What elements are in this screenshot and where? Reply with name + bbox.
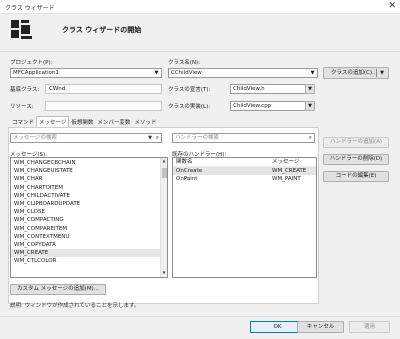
add-class-label: クラスの追加(C)...	[331, 70, 378, 76]
page-heading: クラス ウィザードの開始	[62, 26, 142, 34]
window-title: クラス ウィザード	[5, 5, 55, 12]
base-class-label: 基底クラス:	[10, 87, 40, 93]
tab-member-variables[interactable]: メンバー変数	[95, 117, 132, 127]
apply-button[interactable]: 適用	[349, 321, 390, 333]
list-item[interactable]: WM_CHAR	[11, 175, 167, 183]
class-name-combo[interactable]: CChildView ▼	[168, 68, 318, 78]
list-item[interactable]: WM_CHANGEUISTATE	[11, 167, 167, 175]
column-header-message[interactable]: メッセージ	[272, 158, 299, 166]
class-name-label: クラス名(N):	[168, 60, 201, 66]
add-class-button[interactable]: クラスの追加(C)... ▼	[323, 67, 389, 79]
header-divider	[0, 51, 400, 52]
project-combo[interactable]: MFCApplication1 ▼	[10, 68, 162, 78]
tab-virtual-functions[interactable]: 仮想関数	[69, 117, 95, 127]
list-item-selected[interactable]: WM_CREATE	[11, 249, 167, 258]
scroll-down-icon[interactable]: ▼	[161, 270, 167, 277]
tab-messages[interactable]: メッセージ	[36, 116, 70, 127]
class-declaration-value: ChildView.h	[233, 86, 265, 92]
class-declaration-dropdown[interactable]: ▼	[305, 84, 315, 94]
split-divider	[376, 69, 377, 77]
class-declaration-combo[interactable]: ChildView.h	[230, 84, 314, 94]
table-row[interactable]: OnPaint WM_PAINT	[173, 175, 316, 184]
description-text: 説明: ウィンドウが作成されていることを示します。	[10, 303, 140, 309]
message-search-input[interactable]: メッセージの検索 ⌕ ▼	[10, 133, 162, 143]
base-class-field: CWnd	[45, 84, 162, 94]
list-item[interactable]: WM_CONTEXTMENU	[11, 233, 167, 241]
chevron-down-icon: ▼	[154, 70, 159, 76]
list-item[interactable]: WM_COMPAREITEM	[11, 225, 167, 233]
add-handler-button[interactable]: ハンドラーの追加(A)	[323, 137, 389, 148]
search-icon[interactable]: ⌕	[156, 134, 159, 142]
handler-search-input[interactable]: ハンドラーの検索 ⌕	[172, 133, 315, 143]
project-value: MFCApplication1	[13, 70, 59, 76]
table-row[interactable]: OnCreate WM_CREATE	[173, 166, 316, 175]
tab-methods[interactable]: メソッド	[132, 117, 158, 127]
chevron-down-icon[interactable]: ▼	[380, 68, 384, 78]
resource-label: リソース:	[10, 104, 34, 110]
class-implementation-dropdown[interactable]: ▼	[305, 101, 315, 111]
column-header-function[interactable]: 関数名	[176, 158, 193, 166]
tab-strip: コマンド メッセージ 仮想関数 メンバー変数 メソッド	[10, 116, 158, 127]
list-item[interactable]: WM_CHANGECBCHAIN	[11, 159, 167, 167]
handler-search-placeholder: ハンドラーの検索	[175, 135, 220, 141]
list-item[interactable]: WM_CHILDACTIVATE	[11, 192, 167, 200]
handler-message-cell: WM_CREATE	[272, 167, 307, 174]
handler-message-cell: WM_PAINT	[272, 176, 301, 182]
class-implementation-label: クラスの実装(L):	[168, 104, 211, 110]
list-item[interactable]: WM_CLOSE	[11, 208, 167, 216]
add-custom-message-button[interactable]: カスタム メッセージの追加(M)...	[10, 284, 106, 295]
close-icon[interactable]: ✕	[388, 1, 396, 11]
list-item[interactable]: WM_COPYDATA	[11, 241, 167, 249]
list-item[interactable]: WM_COMPACTING	[11, 216, 167, 224]
list-item[interactable]: WM_CLIPBOARDUPDATE	[11, 200, 167, 208]
resource-field	[45, 101, 162, 111]
scrollbar-thumb[interactable]	[162, 168, 167, 178]
list-item[interactable]: WM_CTLCOLOR	[11, 257, 167, 265]
title-bar: クラス ウィザード ✕	[0, 0, 400, 14]
delete-handler-button[interactable]: ハンドラーの削除(D)	[323, 154, 389, 165]
messages-list[interactable]: WM_CHANGECBCHAIN WM_CHANGEUISTATE WM_CHA…	[10, 157, 168, 278]
messages-scrollbar[interactable]: ▲ ▼	[160, 158, 167, 277]
cancel-button[interactable]: キャンセル	[297, 321, 344, 333]
class-declaration-label: クラスの宣言(T):	[168, 87, 211, 93]
base-class-value: CWnd	[49, 86, 66, 92]
class-implementation-value: ChildView.cpp	[233, 103, 272, 109]
tab-commands[interactable]: コマンド	[10, 117, 36, 127]
handlers-list[interactable]: 関数名 メッセージ OnCreate WM_CREATE OnPaint WM_…	[172, 157, 317, 278]
project-label: プロジェクト(P):	[10, 60, 53, 66]
chevron-down-icon: ▼	[310, 70, 315, 76]
class-name-value: CChildView	[171, 70, 202, 76]
chevron-down-icon[interactable]: ▼	[148, 134, 152, 142]
scroll-up-icon[interactable]: ▲	[161, 158, 167, 165]
handler-function-cell: OnPaint	[176, 176, 198, 182]
search-icon[interactable]: ⌕	[309, 134, 312, 142]
class-implementation-combo[interactable]: ChildView.cpp	[230, 101, 314, 111]
message-search-placeholder: メッセージの検索	[13, 135, 57, 141]
handlers-header-row: 関数名 メッセージ	[173, 158, 316, 167]
edit-code-button[interactable]: コードの編集(E)	[323, 171, 389, 182]
list-item[interactable]: WM_CHARTOITEM	[11, 184, 167, 192]
class-wizard-logo-icon	[11, 20, 32, 39]
handler-function-cell: OnCreate	[176, 167, 203, 174]
